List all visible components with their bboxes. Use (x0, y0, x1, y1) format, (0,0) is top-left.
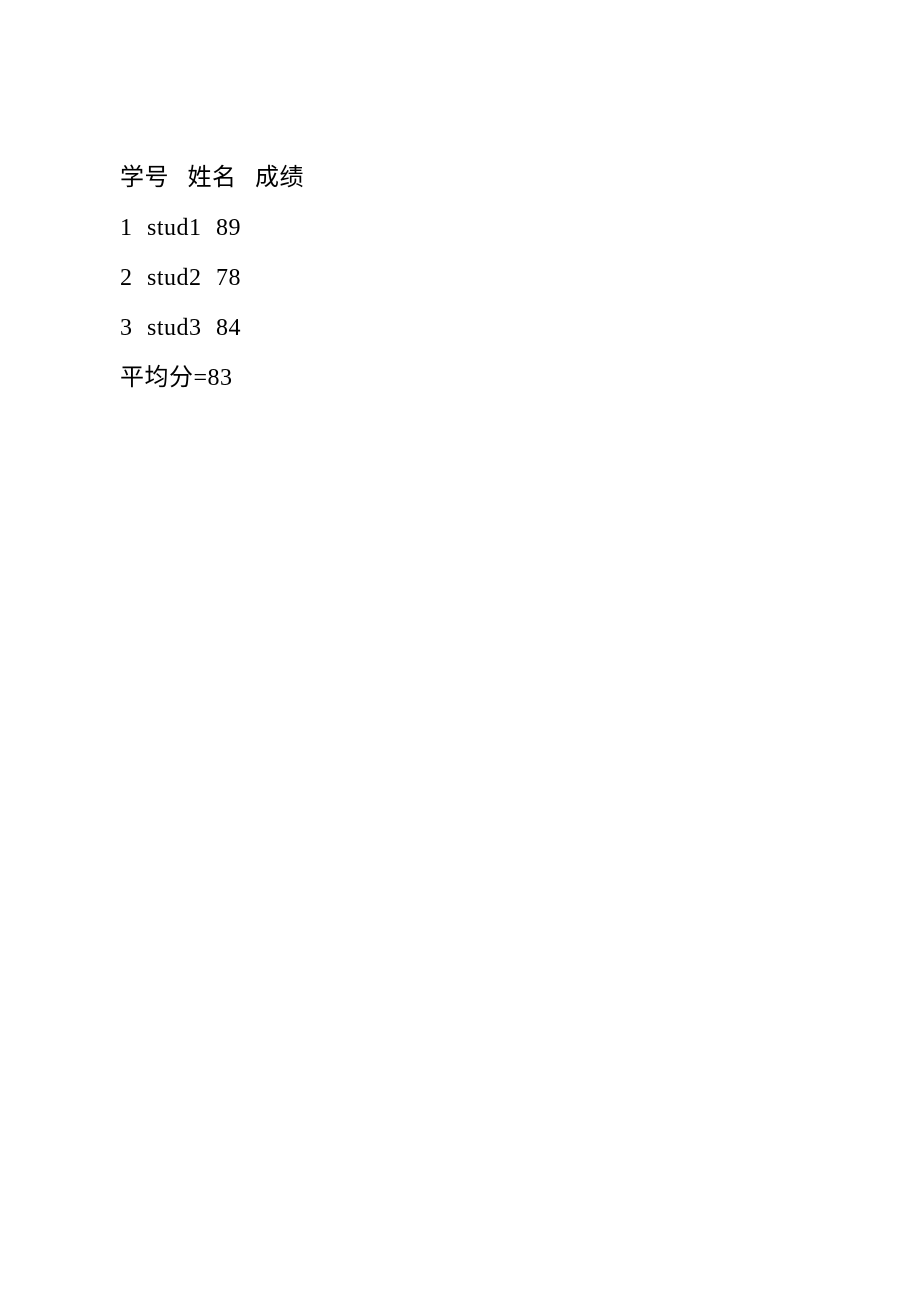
table-row: 1 stud1 89 (120, 216, 920, 240)
cell-id: 1 (120, 215, 133, 241)
average-line: 平均分=83 (120, 366, 920, 390)
table-row: 2 stud2 78 (120, 266, 920, 290)
header-col-id: 学号 (120, 165, 169, 191)
cell-score: 78 (216, 265, 241, 291)
average-value: 83 (208, 365, 233, 391)
cell-name: stud3 (147, 315, 202, 341)
cell-score: 84 (216, 315, 241, 341)
cell-name: stud2 (147, 265, 202, 291)
average-label: 平均分= (120, 365, 208, 391)
header-col-name: 姓名 (188, 165, 237, 191)
table-header-row: 学号 姓名 成绩 (120, 166, 920, 190)
table-row: 3 stud3 84 (120, 316, 920, 340)
cell-name: stud1 (147, 215, 202, 241)
cell-id: 2 (120, 265, 133, 291)
cell-score: 89 (216, 215, 241, 241)
header-col-score: 成绩 (255, 165, 304, 191)
cell-id: 3 (120, 315, 133, 341)
